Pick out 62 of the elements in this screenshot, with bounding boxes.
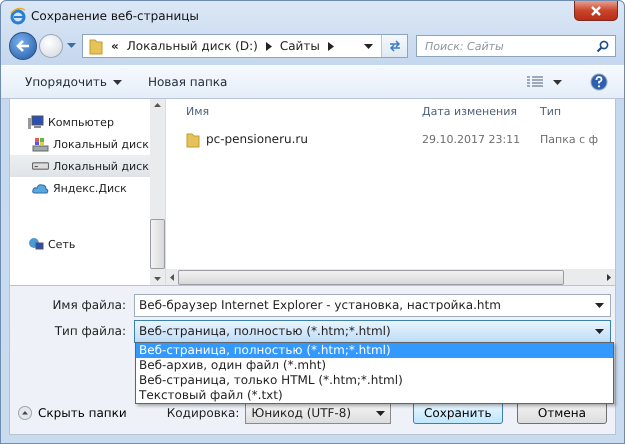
folder-icon xyxy=(89,37,103,55)
field-label: Тип файла: xyxy=(54,324,127,338)
sidebar-item[interactable]: Яндекс.Диск xyxy=(10,177,150,199)
sidebar-item[interactable]: Локальный диск xyxy=(10,155,150,177)
new-folder-button[interactable]: Новая папка xyxy=(140,71,236,93)
search-field[interactable]: Поиск: Сайты xyxy=(416,35,616,57)
column-header[interactable]: Дата изменения xyxy=(422,104,540,118)
chevron-icon[interactable] xyxy=(328,42,334,50)
dropdown-option[interactable]: Веб-страница, только HTML (*.htm;*.html) xyxy=(136,373,613,388)
scroll-down-icon[interactable] xyxy=(154,277,161,281)
breadcrumb[interactable]: Локальный диск (D:) xyxy=(126,39,258,53)
dropdown-option[interactable]: Веб-архив, один файл (*.mht) xyxy=(136,358,613,373)
sidebar-item[interactable]: Компьютер xyxy=(10,111,150,133)
caret-icon xyxy=(595,328,604,334)
browser-logo-icon xyxy=(9,7,27,25)
close-button[interactable] xyxy=(574,1,618,21)
chevron-icon[interactable] xyxy=(266,42,272,50)
save-button[interactable]: Сохранить xyxy=(412,402,503,424)
table-cell-text: 29.10.2017 23:11 xyxy=(422,132,522,146)
caret-icon xyxy=(376,410,385,416)
field-label: Имя файла: xyxy=(51,298,127,312)
refresh-icon xyxy=(388,40,402,52)
table-cell-text: Папка с ф xyxy=(540,132,600,146)
drive-icon xyxy=(32,162,49,170)
dropdown-arrow-icon[interactable] xyxy=(364,44,373,48)
file-name[interactable]: pc-pensioneru.ru xyxy=(206,132,308,146)
help-icon[interactable] xyxy=(590,73,608,91)
back-arrow-icon xyxy=(15,39,31,53)
hide-folders-button[interactable]: Скрыть папки xyxy=(18,406,161,420)
column-header[interactable]: Тип xyxy=(540,104,615,118)
field-label: Кодировка: xyxy=(166,406,240,420)
computer-icon xyxy=(28,114,44,130)
dropdown-option[interactable]: Текстовый файл (*.txt) xyxy=(136,388,613,403)
folder-icon xyxy=(186,130,200,148)
caret-icon xyxy=(112,80,122,84)
scrollbar-thumb[interactable] xyxy=(150,219,165,269)
refresh-button[interactable] xyxy=(381,35,407,57)
caret-icon xyxy=(595,302,604,308)
address-bar[interactable]: « Локальный диск (D:) Сайты xyxy=(82,34,408,58)
sidebar-item[interactable]: Сеть xyxy=(10,233,150,255)
scrollbar-thumb[interactable] xyxy=(178,270,564,284)
window-title: Сохранение веб-страницы xyxy=(31,9,199,23)
encoding-dropdown[interactable]: Юникод (UTF-8) xyxy=(245,402,391,424)
cancel-button[interactable]: Отмена xyxy=(516,402,607,424)
view-list-icon[interactable] xyxy=(527,76,543,88)
caret-icon[interactable] xyxy=(553,80,562,84)
scroll-up-icon[interactable] xyxy=(154,103,161,107)
search-icon xyxy=(596,40,609,53)
column-header[interactable]: Имя xyxy=(166,104,422,118)
back-button[interactable] xyxy=(9,32,37,60)
close-icon xyxy=(590,6,602,16)
sidebar-item[interactable]: Локальный диск xyxy=(10,133,150,155)
filename-field[interactable]: Веб-браузер Internet Explorer - установка, настройка.htm xyxy=(134,294,611,316)
network-icon xyxy=(28,236,44,252)
file-type-dropdown[interactable]: Веб-страница, полностью (*.htm;*.html) xyxy=(134,320,611,342)
drive-icon xyxy=(32,136,49,152)
scroll-right-icon[interactable] xyxy=(607,274,611,280)
breadcrumb-overflow[interactable]: « xyxy=(111,39,119,53)
organize-button[interactable]: Упорядочить xyxy=(17,71,130,93)
breadcrumb[interactable]: Сайты xyxy=(280,39,320,53)
scroll-left-icon[interactable] xyxy=(170,274,174,280)
collapse-up-icon xyxy=(18,406,32,420)
